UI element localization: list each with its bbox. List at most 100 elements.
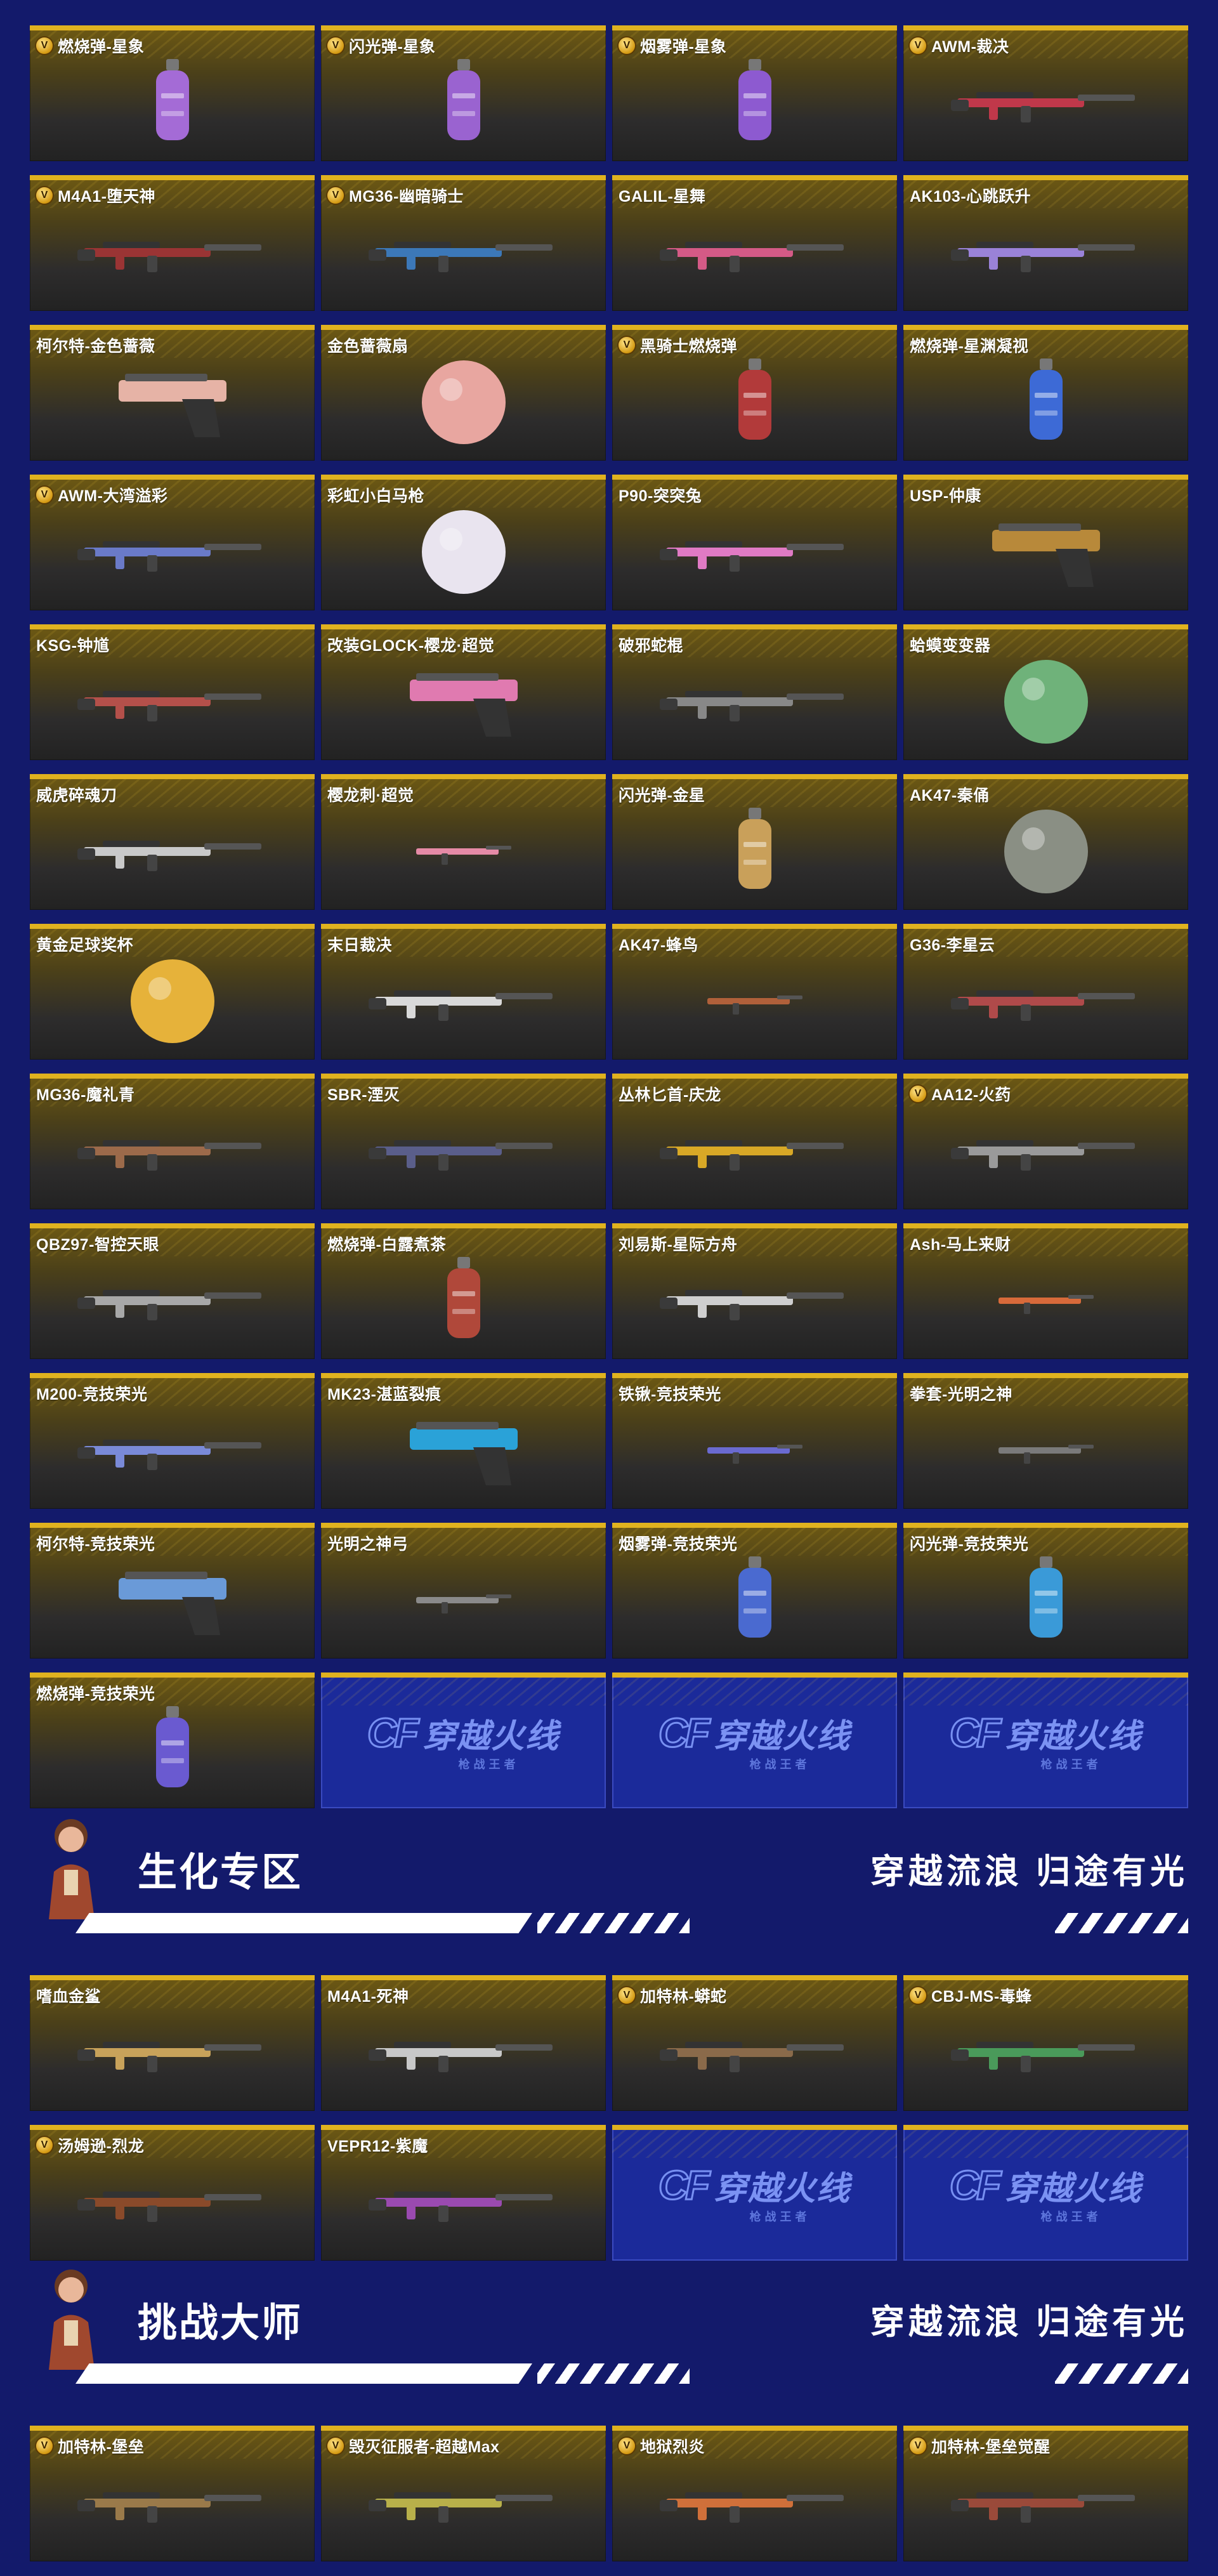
item-card[interactable]: V AWM-裁决 (903, 25, 1188, 161)
item-card[interactable]: QBZ97-智控天眼 (30, 1223, 315, 1359)
item-name: 丛林匕首-庆龙 (619, 1086, 721, 1104)
item-card[interactable]: 彩虹小白马枪 (321, 475, 606, 610)
item-name: SBR-湮灭 (327, 1086, 400, 1104)
item-card[interactable]: GALIL-星舞 (612, 175, 897, 311)
item-image-icon (410, 829, 518, 874)
item-image-icon (147, 1702, 198, 1797)
item-name: 加特林-堡垒觉醒 (931, 2438, 1051, 2456)
vip-badge-icon: V (36, 187, 53, 204)
section-title: 挑战大师 (138, 2301, 303, 2345)
item-card[interactable]: 燃烧弹-竞技荣光 (30, 1672, 315, 1808)
item-card[interactable]: KSG-钟馗 (30, 624, 315, 760)
item-image-icon (950, 81, 1141, 125)
item-image-icon (77, 829, 268, 874)
item-card[interactable]: 末日裁决 (321, 924, 606, 1060)
item-card[interactable]: M200-竞技荣光 (30, 1373, 315, 1509)
item-card[interactable]: 金色蔷薇扇 (321, 325, 606, 461)
item-card[interactable]: P90-突突兔 (612, 475, 897, 610)
item-card[interactable]: V 地狱烈炎 (612, 2426, 897, 2561)
placeholder-card: CF 穿越火线 枪战王者 (321, 1672, 606, 1808)
cf-logo-icon: CF 穿越火线 枪战王者 (657, 2162, 851, 2223)
item-image-icon (397, 1409, 530, 1492)
item-card[interactable]: AK103-心跳跃升 (903, 175, 1188, 311)
item-card[interactable]: 铁锹-竞技荣光 (612, 1373, 897, 1509)
item-name: 燃烧弹-白露煮茶 (327, 1236, 447, 1254)
item-name: 柯尔特-竞技荣光 (36, 1535, 155, 1553)
item-card[interactable]: 柯尔特-金色蔷薇 (30, 325, 315, 461)
vip-badge-icon: V (36, 37, 53, 54)
item-card[interactable]: V MG36-幽暗骑士 (321, 175, 606, 311)
item-card[interactable]: 燃烧弹-白露煮茶 (321, 1223, 606, 1359)
item-card[interactable]: V 燃烧弹-星象 (30, 25, 315, 161)
item-name: 闪光弹-竞技荣光 (910, 1535, 1029, 1553)
item-card[interactable]: AK47-蜂鸟 (612, 924, 897, 1060)
item-card[interactable]: 改装GLOCK-樱龙·超觉 (321, 624, 606, 760)
master-items-grid: V 加特林-堡垒 V 毁灭征服者-超越Max V 地狱烈炎 V 加特林-堡垒觉醒 (30, 2426, 1188, 2561)
item-card[interactable]: V 加特林-蟒蛇 (612, 1975, 897, 2111)
item-card[interactable]: MG36-魔礼青 (30, 1074, 315, 1209)
item-card[interactable]: 蛤蟆变变器 (903, 624, 1188, 760)
item-card[interactable]: 光明之神弓 (321, 1523, 606, 1659)
item-card[interactable]: V 汤姆逊-烈龙 (30, 2125, 315, 2261)
item-card[interactable]: M4A1-死神 (321, 1975, 606, 2111)
item-card[interactable]: 柯尔特-竞技荣光 (30, 1523, 315, 1659)
item-image-icon (368, 2180, 559, 2224)
item-image-icon (659, 2030, 850, 2075)
item-image-icon (659, 680, 850, 724)
item-card[interactable]: V 烟雾弹-星象 (612, 25, 897, 161)
placeholder-card: CF 穿越火线 枪战王者 (903, 1672, 1188, 1808)
item-image-icon (701, 979, 809, 1023)
item-name: P90-突突兔 (619, 487, 702, 505)
item-card[interactable]: V 加特林-堡垒 (30, 2426, 315, 2561)
item-card[interactable]: V AA12-火药 (903, 1074, 1188, 1209)
item-card[interactable]: 闪光弹-金星 (612, 774, 897, 910)
item-image-icon (368, 230, 559, 275)
item-name: 嗜血金鲨 (36, 1988, 102, 2006)
item-image-icon (730, 1553, 780, 1648)
item-card[interactable]: VEPR12-紫魔 (321, 2125, 606, 2261)
item-image-icon (77, 1428, 268, 1473)
vip-badge-icon: V (619, 37, 635, 54)
item-card[interactable]: AK47-秦俑 (903, 774, 1188, 910)
item-card[interactable]: 刘易斯-星际方舟 (612, 1223, 897, 1359)
item-card[interactable]: 樱龙刺·超觉 (321, 774, 606, 910)
item-image-icon (77, 1278, 268, 1323)
item-card[interactable]: V 毁灭征服者-超越Max (321, 2426, 606, 2561)
item-card[interactable]: 破邪蛇棍 (612, 624, 897, 760)
section-underline-bar (75, 1913, 532, 1933)
vip-badge-icon: V (910, 2438, 926, 2454)
item-card[interactable]: 威虎碎魂刀 (30, 774, 315, 910)
item-card[interactable]: 拳套-光明之神 (903, 1373, 1188, 1509)
item-card[interactable]: SBR-湮灭 (321, 1074, 606, 1209)
item-image-icon (106, 1559, 239, 1641)
item-name: 闪光弹-星象 (349, 38, 436, 56)
item-image-icon (1021, 1553, 1071, 1648)
item-card[interactable]: V 黑骑士燃烧弹 (612, 325, 897, 461)
item-image-icon (950, 1129, 1141, 1173)
placeholder-card: CF 穿越火线 枪战王者 (903, 2125, 1188, 2261)
item-image-icon (701, 1428, 809, 1473)
item-card[interactable]: 黄金足球奖杯 (30, 924, 315, 1060)
item-card[interactable]: G36-李星云 (903, 924, 1188, 1060)
item-card[interactable]: Ash-马上来财 (903, 1223, 1188, 1359)
item-card[interactable]: 燃烧弹-星渊凝视 (903, 325, 1188, 461)
item-card[interactable]: 烟雾弹-竞技荣光 (612, 1523, 897, 1659)
item-card[interactable]: V CBJ-MS-毒蜂 (903, 1975, 1188, 2111)
item-name: AA12-火药 (931, 1086, 1011, 1104)
item-card[interactable]: 丛林匕首-庆龙 (612, 1074, 897, 1209)
item-image-icon (77, 2030, 268, 2075)
item-card[interactable]: USP-仲康 (903, 475, 1188, 610)
item-card[interactable]: 嗜血金鲨 (30, 1975, 315, 2111)
item-card[interactable]: 闪光弹-竞技荣光 (903, 1523, 1188, 1659)
cf-logo-icon: CF 穿越火线 枪战王者 (948, 1709, 1143, 1771)
item-card[interactable]: V 闪光弹-星象 (321, 25, 606, 161)
item-card[interactable]: V AWM-大湾溢彩 (30, 475, 315, 610)
item-image-icon (77, 2481, 268, 2525)
item-card[interactable]: MK23-湛蓝裂痕 (321, 1373, 606, 1509)
item-card[interactable]: V 加特林-堡垒觉醒 (903, 2426, 1188, 2561)
vip-badge-icon: V (619, 1987, 635, 2004)
vip-badge-icon: V (36, 487, 53, 503)
item-card[interactable]: V M4A1-堕天神 (30, 175, 315, 311)
item-image-icon (950, 2481, 1141, 2525)
item-image-icon (995, 651, 1097, 752)
